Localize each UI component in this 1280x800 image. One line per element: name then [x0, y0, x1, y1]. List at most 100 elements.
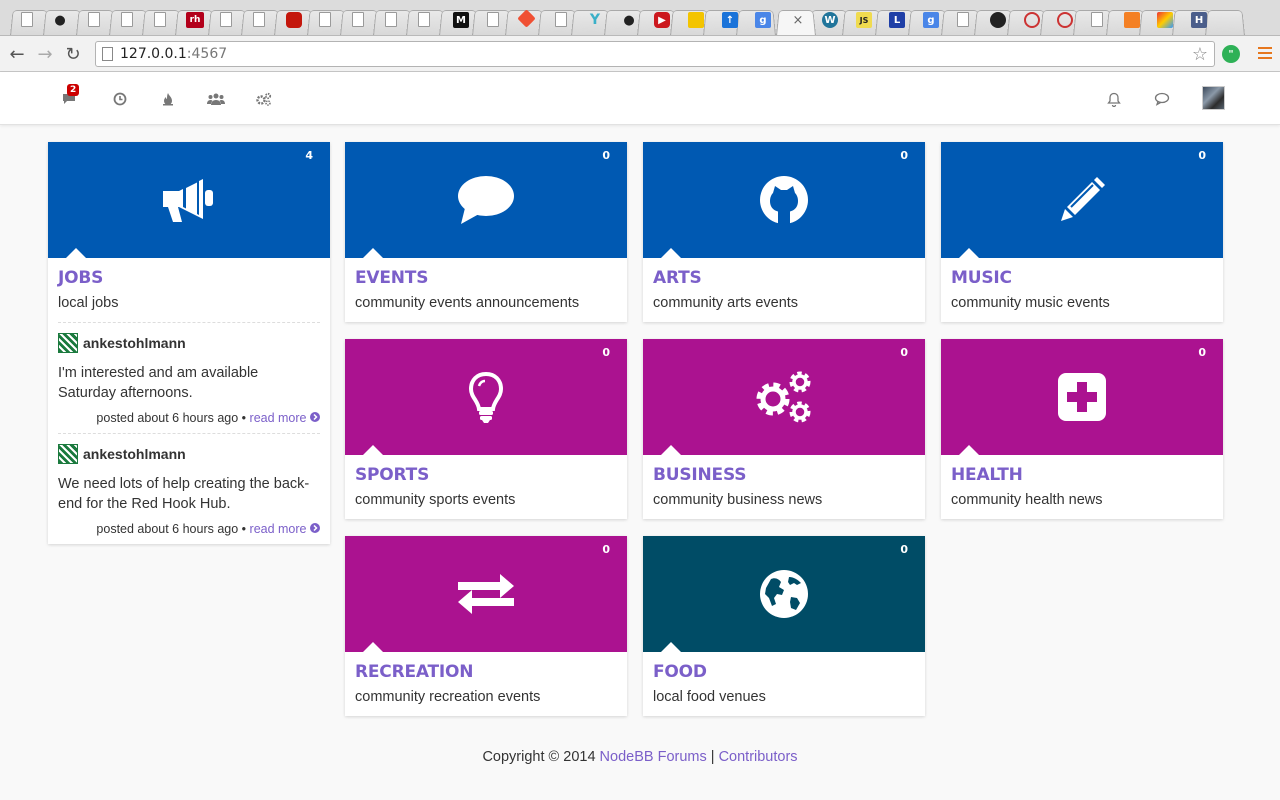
category-title[interactable]: BUSINESS	[653, 465, 915, 485]
category-banner[interactable]: 0	[345, 536, 627, 652]
browser-tab[interactable]	[1205, 10, 1245, 35]
category-title[interactable]: EVENTS	[355, 268, 617, 288]
reload-button[interactable]: ↻	[63, 44, 83, 65]
github-icon	[760, 176, 808, 224]
category-title[interactable]: SPORTS	[355, 465, 617, 485]
rubygems-favicon-icon	[286, 12, 302, 28]
page-favicon-icon	[487, 12, 499, 27]
address-bar[interactable]: 127.0.0.1:4567 ☆	[95, 41, 1215, 67]
category-card-arts[interactable]: 0 ARTS community arts events	[643, 142, 925, 322]
post-avatar[interactable]	[58, 333, 78, 353]
user-avatar[interactable]	[1202, 86, 1225, 110]
globe-icon	[760, 570, 808, 618]
forward-button[interactable]: →	[35, 44, 55, 65]
page-favicon-icon	[957, 12, 969, 27]
github-favicon-icon: ●	[54, 12, 66, 28]
unread-badge: 2	[67, 84, 80, 96]
admin-cogs-icon[interactable]	[255, 90, 273, 108]
meta-separator: •	[238, 522, 250, 536]
popular-fire-icon[interactable]	[159, 90, 177, 108]
drive-favicon-icon	[688, 12, 704, 28]
back-button[interactable]: ←	[7, 44, 27, 65]
l-favicon-icon: L	[889, 12, 905, 28]
read-more-link[interactable]: read more	[250, 522, 320, 536]
category-banner[interactable]: 0	[643, 339, 925, 455]
page-favicon-icon	[352, 12, 364, 27]
banner-pointer	[959, 248, 979, 258]
banner-pointer	[661, 642, 681, 652]
category-description: community business news	[653, 492, 823, 508]
category-description: community music events	[951, 295, 1110, 311]
copyright-text: Copyright © 2014	[482, 749, 600, 765]
topic-count: 0	[1198, 149, 1206, 162]
category-title[interactable]: RECREATION	[355, 662, 617, 682]
page-favicon-icon	[319, 12, 331, 27]
recent-icon[interactable]	[111, 90, 129, 108]
category-title[interactable]: HEALTH	[951, 465, 1213, 485]
category-card-jobs[interactable]: 4 JOBS local jobs ankestohlmann I'm inte…	[48, 142, 330, 544]
lightbulb-icon	[468, 371, 504, 423]
category-banner[interactable]: 0	[345, 142, 627, 258]
chat-icon[interactable]	[1153, 90, 1171, 108]
url-text[interactable]: 127.0.0.1:4567	[120, 46, 227, 62]
category-banner[interactable]: 0	[941, 339, 1223, 455]
page-favicon-icon	[21, 12, 33, 27]
page-icon	[102, 47, 113, 61]
category-card-events[interactable]: 0 EVENTS community events announcements	[345, 142, 627, 322]
read-more-link[interactable]: read more	[250, 411, 320, 425]
nodebb-forums-link[interactable]: NodeBB Forums	[600, 749, 707, 765]
notifications-bell-icon[interactable]	[1105, 90, 1123, 108]
browser-toolbar: ← → ↻ 127.0.0.1:4567 ☆ "	[0, 36, 1280, 72]
category-description: local food venues	[653, 689, 766, 705]
category-card-sports[interactable]: 0 SPORTS community sports events	[345, 339, 627, 519]
category-banner[interactable]: 4	[48, 142, 330, 258]
banner-pointer	[363, 248, 383, 258]
topic-count: 0	[900, 543, 908, 556]
url-host: 127.0.0.1	[120, 46, 187, 62]
category-title[interactable]: MUSIC	[951, 268, 1213, 288]
post-meta: posted about 6 hours ago • read more	[58, 522, 320, 536]
category-title[interactable]: ARTS	[653, 268, 915, 288]
category-card-health[interactable]: 0 HEALTH community health news	[941, 339, 1223, 519]
post-avatar[interactable]	[58, 444, 78, 464]
hangouts-extension-icon[interactable]: "	[1222, 45, 1240, 63]
post-author[interactable]: ankestohlmann	[83, 446, 186, 462]
category-card-business[interactable]: 0 BUSINESS community business news	[643, 339, 925, 519]
category-card-food[interactable]: 0 FOOD local food venues	[643, 536, 925, 716]
category-title[interactable]: FOOD	[653, 662, 915, 682]
footer: Copyright © 2014 NodeBB Forums | Contrib…	[0, 749, 1280, 765]
category-description: community recreation events	[355, 689, 541, 705]
contributors-link[interactable]: Contributors	[719, 749, 798, 765]
topic-count: 0	[1198, 346, 1206, 359]
chevron-circle-right-icon	[310, 412, 320, 422]
exchange-icon	[458, 574, 514, 614]
google-favicon-icon: g	[755, 12, 771, 28]
page-favicon-icon	[88, 12, 100, 27]
topic-count: 4	[305, 149, 313, 162]
category-banner[interactable]: 0	[941, 142, 1223, 258]
upload-favicon-icon: ↑	[722, 12, 738, 28]
pinwheel-favicon-icon	[1157, 12, 1173, 28]
unread-icon[interactable]: 2	[60, 84, 80, 108]
bookmark-star-icon[interactable]: ☆	[1192, 44, 1208, 65]
recent-post: ankestohlmann We need lots of help creat…	[58, 433, 320, 544]
rh-favicon-icon: rh	[186, 12, 204, 28]
js-favicon-icon: JS	[856, 12, 872, 28]
category-title[interactable]: JOBS	[58, 268, 320, 288]
footer-separator: |	[706, 749, 719, 765]
meta-separator: •	[238, 411, 250, 425]
browser-tabstrip: ● rh M Y ● ▶ ↑ g × W JS L g H	[0, 0, 1280, 36]
plus-square-icon	[1058, 373, 1106, 421]
category-banner[interactable]: 0	[643, 142, 925, 258]
youtube-favicon-icon: ▶	[654, 12, 670, 28]
category-banner[interactable]: 0	[643, 536, 925, 652]
tab-close-icon[interactable]: ×	[790, 12, 806, 28]
category-card-music[interactable]: 0 MUSIC community music events	[941, 142, 1223, 322]
browser-menu-icon[interactable]	[1258, 47, 1272, 62]
users-icon[interactable]	[207, 90, 225, 108]
category-banner[interactable]: 0	[345, 339, 627, 455]
post-author[interactable]: ankestohlmann	[83, 335, 186, 351]
category-card-recreation[interactable]: 0 RECREATION community recreation events	[345, 536, 627, 716]
read-more-label: read more	[249, 522, 307, 536]
hex-favicon-icon	[990, 12, 1006, 28]
